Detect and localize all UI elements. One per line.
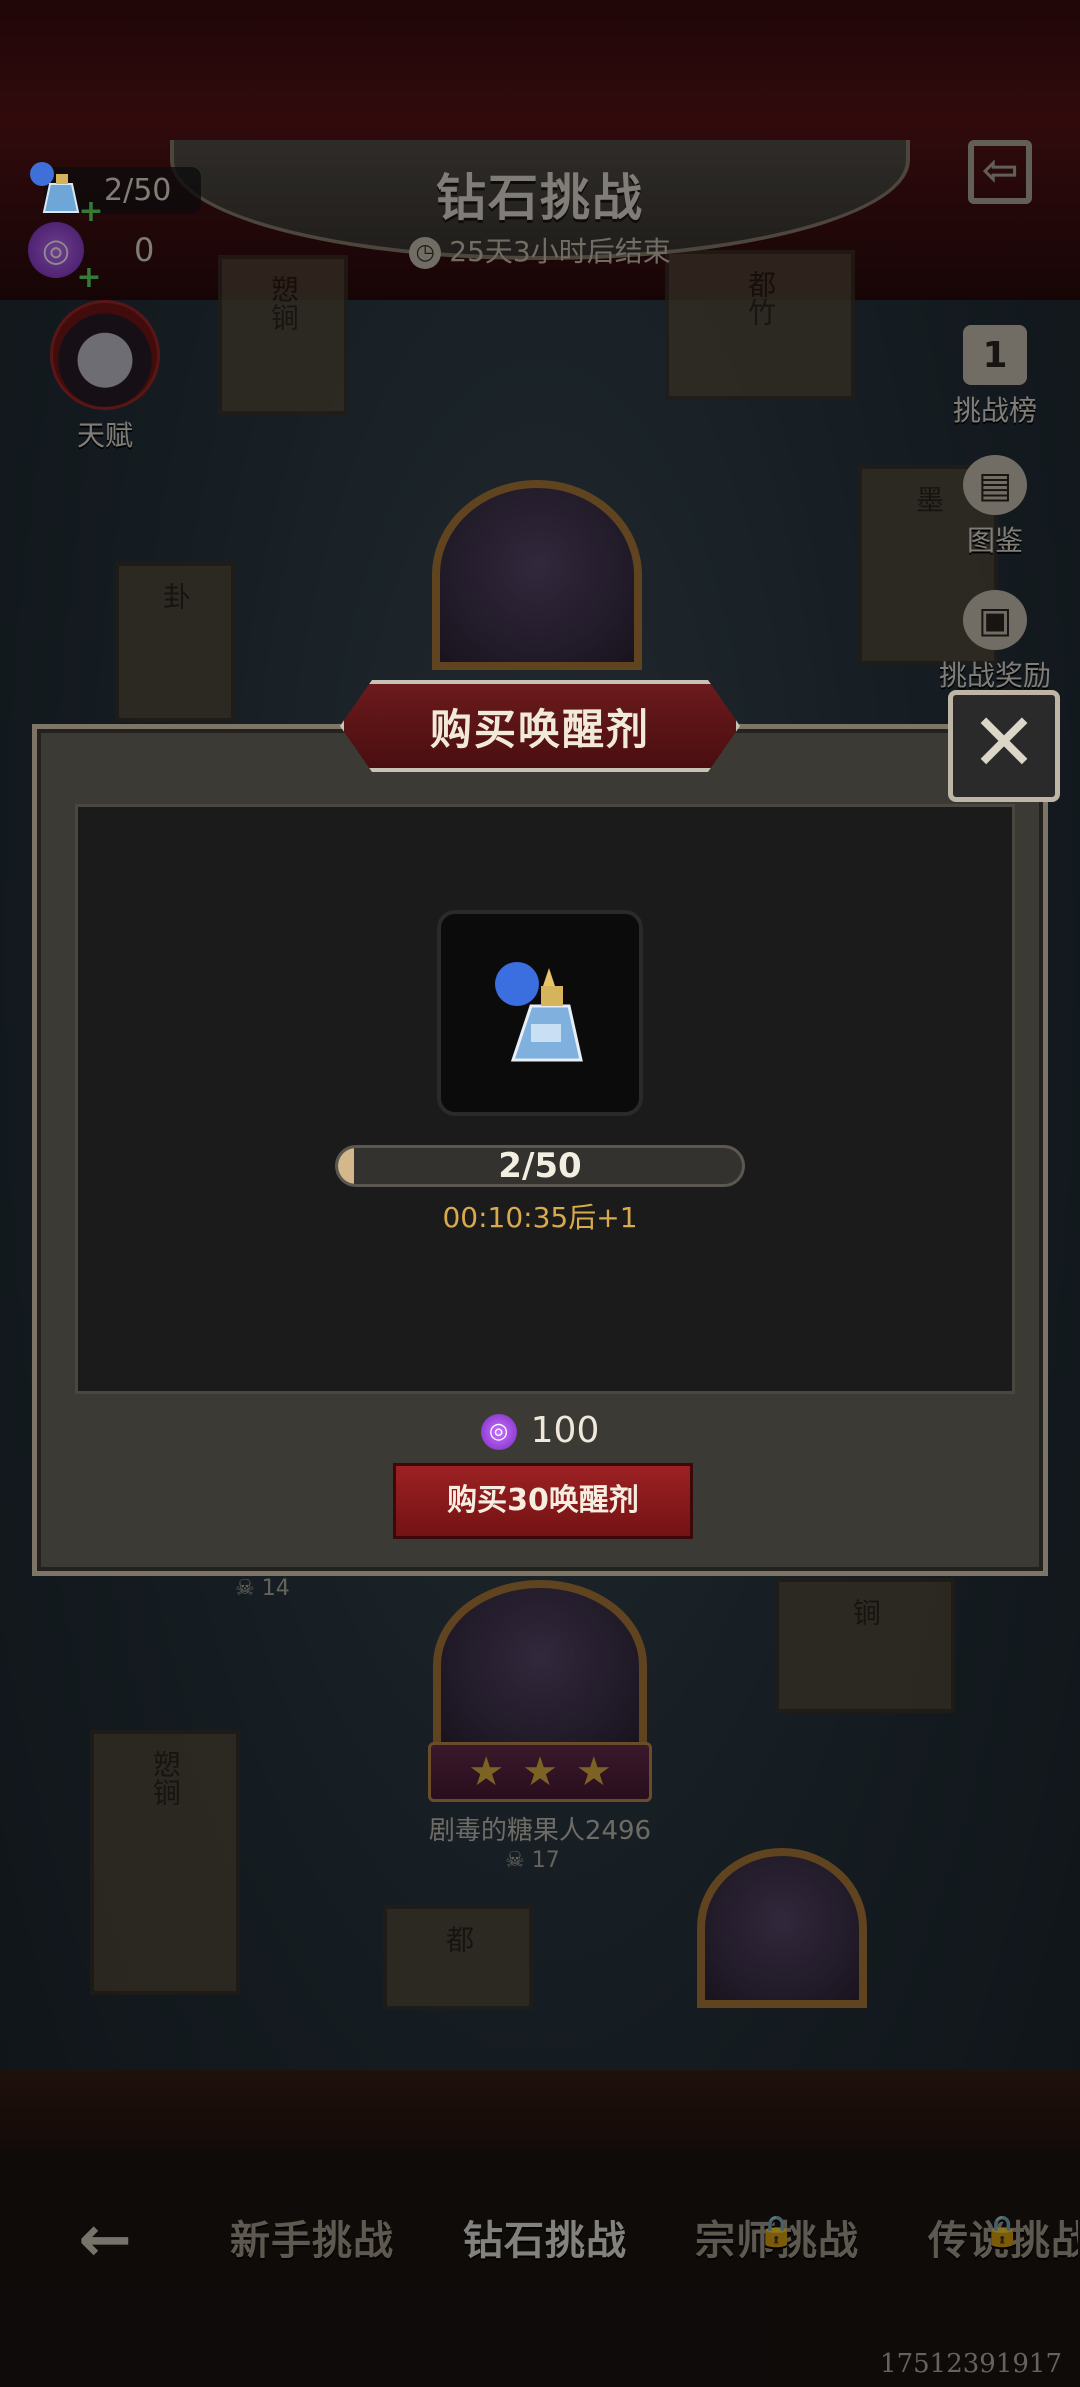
- price-value: 100: [530, 1410, 600, 1451]
- refill-timer: 00:10:35后+1: [442, 1201, 638, 1234]
- potion-icon: [30, 162, 80, 213]
- potion-item-slot: [437, 910, 643, 1116]
- close-icon[interactable]: ✕: [948, 690, 1060, 802]
- potion-icon: [495, 962, 583, 1062]
- dialog-title: 购买唤醒剂: [340, 680, 740, 772]
- potion-progress-bar: 2/50: [335, 1145, 745, 1187]
- buy-button[interactable]: 购买30唤醒剂: [393, 1463, 693, 1539]
- progress-text: 2/50: [498, 1146, 582, 1186]
- candy-icon: ◎: [480, 1414, 517, 1450]
- price-row: ◎ 100: [0, 1410, 1080, 1451]
